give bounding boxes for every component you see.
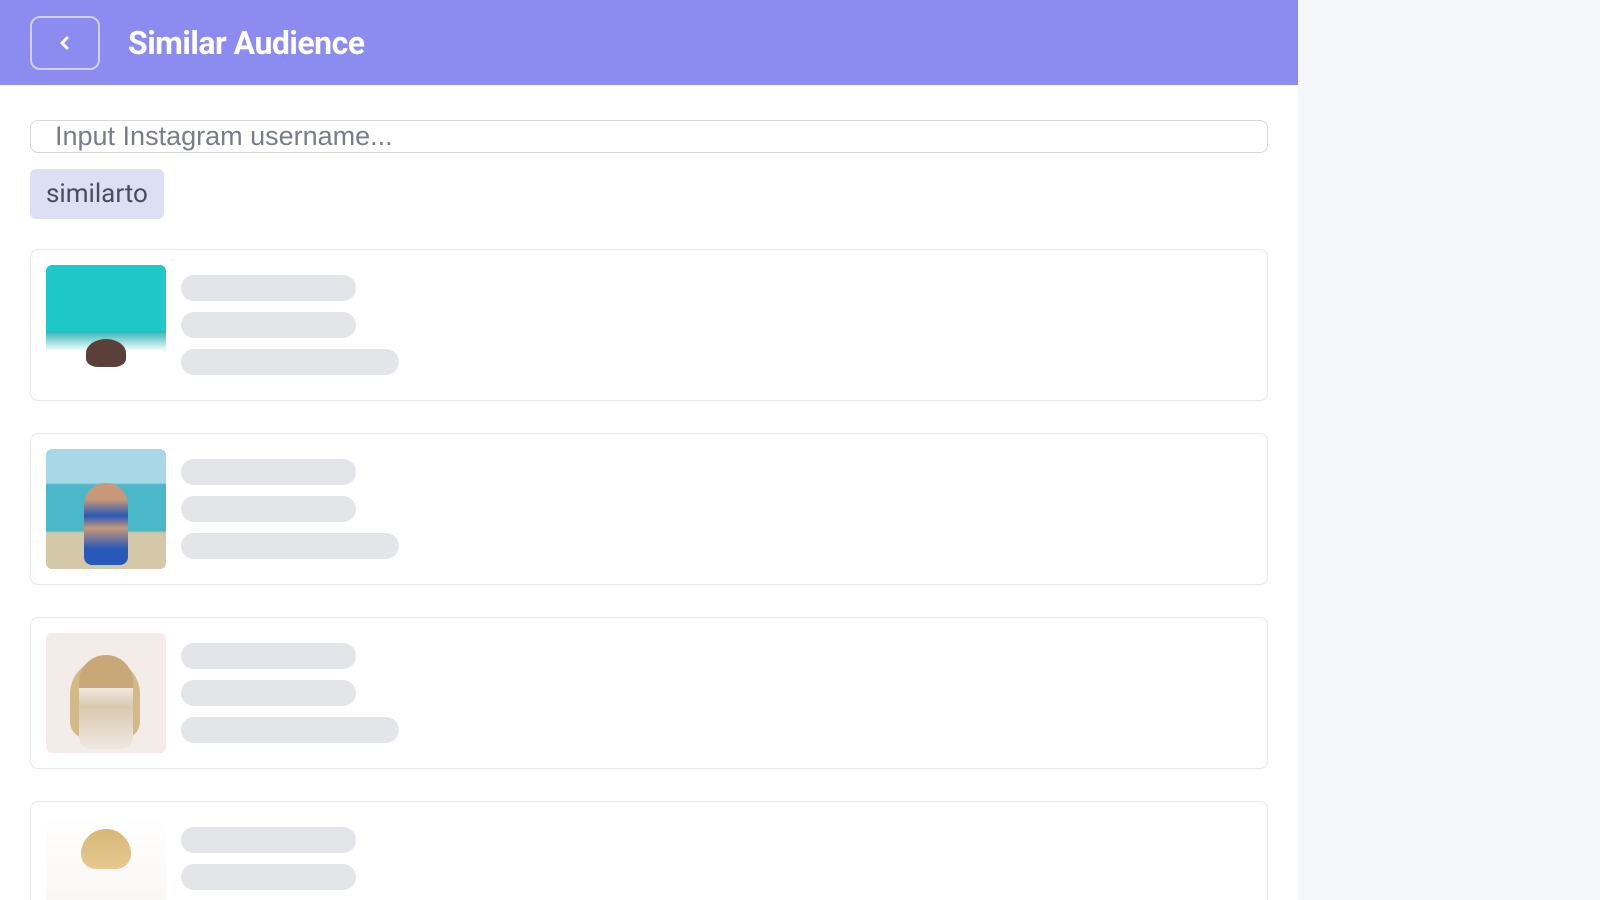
skeleton-content xyxy=(181,821,399,900)
app-header: Similar Audience xyxy=(0,0,1298,85)
skeleton-line xyxy=(181,680,356,706)
page-title: Similar Audience xyxy=(128,24,365,62)
result-card[interactable] xyxy=(30,249,1268,401)
avatar xyxy=(46,449,166,569)
avatar xyxy=(46,265,166,385)
skeleton-line xyxy=(181,827,356,853)
skeleton-line xyxy=(181,312,356,338)
tags-row: similarto xyxy=(30,169,1268,219)
result-card[interactable] xyxy=(30,433,1268,585)
skeleton-line xyxy=(181,643,356,669)
chevron-left-icon xyxy=(53,31,77,55)
right-panel xyxy=(1298,0,1600,900)
content-area: similarto xyxy=(0,85,1298,900)
back-button[interactable] xyxy=(30,16,100,70)
results-list xyxy=(30,249,1268,900)
filter-tag[interactable]: similarto xyxy=(30,169,164,219)
skeleton-line xyxy=(181,349,399,375)
skeleton-line xyxy=(181,717,399,743)
result-card[interactable] xyxy=(30,617,1268,769)
skeleton-line xyxy=(181,533,399,559)
skeleton-line xyxy=(181,496,356,522)
avatar xyxy=(46,817,166,900)
result-card[interactable] xyxy=(30,801,1268,900)
skeleton-content xyxy=(181,453,399,565)
avatar xyxy=(46,633,166,753)
skeleton-line xyxy=(181,275,356,301)
username-search-input[interactable] xyxy=(30,120,1268,153)
skeleton-line xyxy=(181,459,356,485)
skeleton-content xyxy=(181,269,399,381)
skeleton-content xyxy=(181,637,399,749)
skeleton-line xyxy=(181,864,356,890)
